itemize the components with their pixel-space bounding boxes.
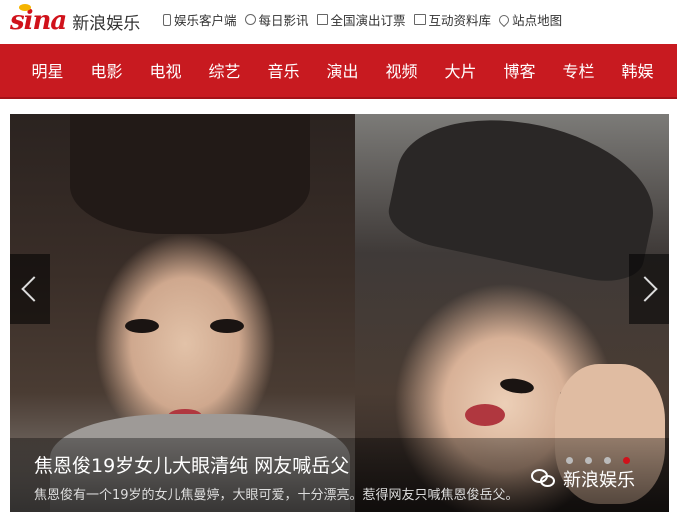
phone-icon [163, 13, 171, 26]
slide-indicators [566, 457, 630, 464]
location-pin-icon [496, 12, 512, 27]
nav-item-tv[interactable]: 电视 [136, 44, 195, 99]
logo-eye-icon [19, 4, 31, 11]
link-site-map[interactable]: 站点地图 [496, 10, 562, 29]
slide-dot-1[interactable] [566, 457, 573, 464]
slide-dot-2[interactable] [585, 457, 592, 464]
slide-dot-4-active[interactable] [623, 457, 630, 464]
nav-item-movies[interactable]: 电影 [77, 44, 136, 99]
photo-slider[interactable]: 焦恩俊19岁女儿大眼清纯 网友喊岳父 焦恩俊有一个19岁的女儿焦曼婷，大眼可爱，… [10, 114, 669, 512]
nav-item-video[interactable]: 视频 [372, 44, 431, 99]
main-nav: 明星 电影 电视 综艺 音乐 演出 视频 大片 博客 专栏 韩娱 [0, 44, 677, 99]
logo-wordmark: sina [10, 4, 67, 36]
slide-dot-3[interactable] [604, 457, 611, 464]
wechat-watermark: 新浪娱乐 [531, 466, 635, 492]
book-icon [413, 14, 426, 25]
nav-item-blockbusters[interactable]: 大片 [431, 44, 490, 99]
nav-item-columns[interactable]: 专栏 [549, 44, 608, 99]
link-show-tickets[interactable]: 全国演出订票 [316, 10, 406, 29]
nav-item-stars[interactable]: 明星 [18, 44, 77, 99]
nav-item-music[interactable]: 音乐 [254, 44, 313, 99]
link-database[interactable]: 互动资料库 [413, 10, 491, 29]
wechat-icon [531, 469, 557, 489]
nav-item-variety[interactable]: 综艺 [195, 44, 254, 99]
top-bar: sina 新浪娱乐 娱乐客户端 每日影讯 全国演出订票 互动资料库 站点地图 [0, 0, 677, 44]
sina-logo[interactable]: sina 新浪娱乐 [10, 4, 141, 36]
chevron-left-icon [21, 276, 47, 302]
link-app-client[interactable]: 娱乐客户端 [163, 10, 237, 29]
logo-channel-name: 新浪娱乐 [72, 13, 141, 34]
top-links: 娱乐客户端 每日影讯 全国演出订票 互动资料库 站点地图 [163, 10, 562, 29]
prev-slide-button[interactable] [10, 254, 50, 324]
nav-item-shows[interactable]: 演出 [313, 44, 372, 99]
slide-description: 焦恩俊有一个19岁的女儿焦曼婷，大眼可爱，十分漂亮。惹得网友只喊焦恩俊岳父。 [34, 488, 519, 503]
link-daily-movies[interactable]: 每日影讯 [244, 10, 309, 29]
chevron-right-icon [632, 276, 658, 302]
slide-title[interactable]: 焦恩俊19岁女儿大眼清纯 网友喊岳父 [34, 451, 349, 478]
nav-item-blog[interactable]: 博客 [490, 44, 549, 99]
film-reel-icon [244, 14, 256, 25]
next-slide-button[interactable] [629, 254, 669, 324]
ticket-icon [316, 14, 328, 25]
nav-item-korean[interactable]: 韩娱 [608, 44, 667, 99]
